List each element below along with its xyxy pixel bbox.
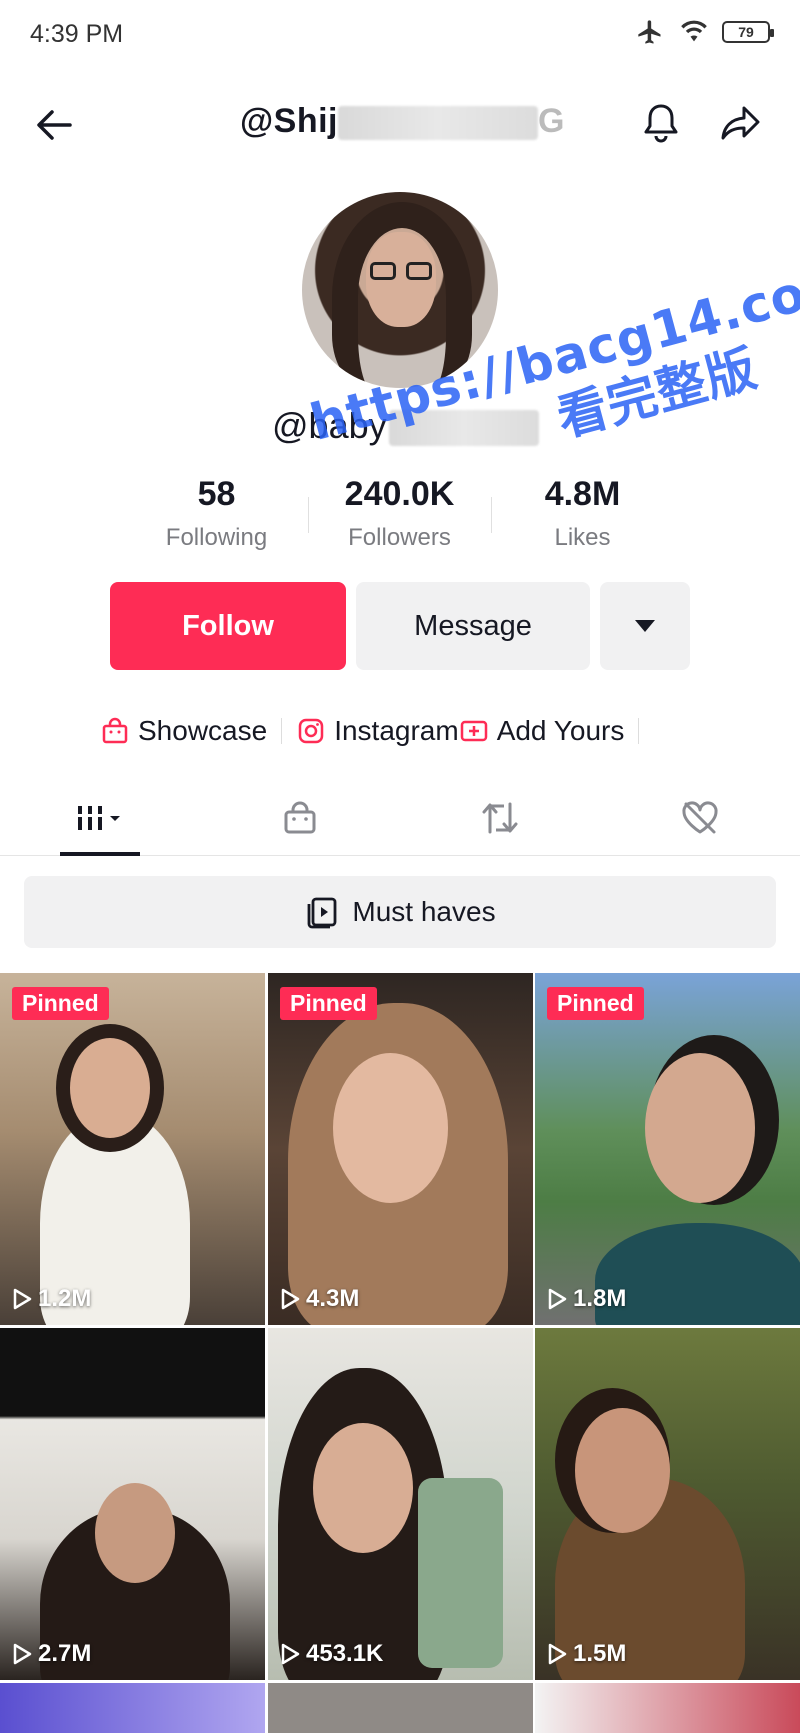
back-arrow-icon[interactable] <box>30 100 80 150</box>
instagram-label: Instagram <box>334 715 459 746</box>
username: @baby <box>272 405 539 447</box>
wifi-icon <box>681 20 707 42</box>
profile-stats: 58 Following 240.0K Followers 4.8M Likes <box>125 475 675 565</box>
profile-links: Showcase Instagram Add Yours <box>100 708 653 754</box>
video-thumbnail-head <box>95 1483 175 1583</box>
repost-icon <box>482 802 518 834</box>
view-count: 453.1K <box>280 1640 383 1668</box>
play-icon <box>281 1643 300 1665</box>
view-count-text: 1.2M <box>38 1285 92 1312</box>
showcase-label: Showcase <box>138 715 268 746</box>
video-tile[interactable]: 453.1K <box>268 1328 533 1680</box>
video-tile[interactable]: Pinned 1.2M <box>0 973 265 1325</box>
instagram-icon <box>298 718 324 744</box>
add-yours-link[interactable]: Add Yours <box>459 715 625 747</box>
tab-reposts[interactable] <box>440 780 560 856</box>
stat-followers-label: Followers <box>348 524 451 551</box>
heart-hidden-icon <box>682 801 718 834</box>
video-tile[interactable] <box>268 1683 533 1733</box>
tab-liked[interactable] <box>640 780 760 856</box>
video-thumbnail-head <box>645 1053 755 1203</box>
view-count: 1.5M <box>547 1640 626 1668</box>
stat-followers[interactable]: 240.0K Followers <box>308 475 491 565</box>
video-thumbnail-head <box>313 1423 413 1553</box>
pinned-badge: Pinned <box>12 987 109 1020</box>
video-tile[interactable]: 1.5M <box>535 1328 800 1680</box>
add-yours-icon <box>460 720 487 742</box>
product-bottle <box>418 1478 503 1668</box>
view-count: 4.3M <box>280 1285 359 1313</box>
title-redaction <box>338 106 538 141</box>
link-divider <box>281 718 283 744</box>
view-count-text: 453.1K <box>306 1640 384 1667</box>
watermark-cta: 看完整版 <box>551 339 764 448</box>
pinned-badge: Pinned <box>280 987 377 1020</box>
follow-button[interactable]: Follow <box>110 582 346 670</box>
link-divider <box>638 718 640 744</box>
view-count: 1.2M <box>12 1285 91 1313</box>
active-tab-indicator <box>60 852 140 856</box>
share-arrow-icon[interactable] <box>716 98 766 148</box>
video-tile[interactable]: 2.7M <box>0 1328 265 1680</box>
username-visible-text: @baby <box>272 405 387 446</box>
video-tile[interactable] <box>535 1683 800 1733</box>
status-icons: 79 <box>634 18 774 46</box>
top-nav: @Shij G <box>0 90 800 160</box>
tab-showcase[interactable] <box>240 780 360 856</box>
stat-following-label: Following <box>165 524 268 551</box>
play-icon <box>13 1643 32 1665</box>
stat-likes-value: 4.8M <box>544 475 621 513</box>
play-icon <box>13 1288 32 1310</box>
playlist-label: Must haves <box>352 896 496 927</box>
title-visible-text: @Shij <box>240 102 338 140</box>
avatar-glasses-left <box>370 262 396 280</box>
airplane-icon <box>638 20 661 44</box>
view-count-text: 2.7M <box>38 1640 92 1667</box>
view-count: 2.7M <box>12 1640 91 1668</box>
stat-following[interactable]: 58 Following <box>125 475 308 565</box>
playlist-icon <box>308 897 337 929</box>
stat-likes: 4.8M Likes <box>491 475 674 565</box>
play-icon <box>281 1288 300 1310</box>
status-bar: 4:39 PM 79 <box>0 0 800 70</box>
page-title: @Shij G <box>240 102 580 141</box>
caret-down-icon <box>635 620 655 632</box>
view-count-text: 1.5M <box>573 1640 627 1667</box>
title-end-text: G <box>538 102 565 140</box>
playlist-must-haves[interactable]: Must haves <box>24 876 776 948</box>
avatar[interactable] <box>302 192 498 388</box>
video-thumbnail-head <box>575 1408 670 1533</box>
play-icon <box>548 1288 567 1310</box>
showcase-link[interactable]: Showcase <box>100 715 267 747</box>
video-tile[interactable] <box>0 1683 265 1733</box>
status-time: 4:39 PM <box>30 20 124 48</box>
grid-icon <box>76 806 120 830</box>
more-options-button[interactable] <box>600 582 690 670</box>
tab-videos[interactable] <box>40 780 160 856</box>
stat-likes-label: Likes <box>554 524 611 551</box>
stat-following-value: 58 <box>197 475 236 513</box>
video-tile[interactable]: Pinned 1.8M <box>535 973 800 1325</box>
content-tabs <box>0 780 800 856</box>
battery-icon: 79 <box>722 21 774 43</box>
add-yours-label: Add Yours <box>496 715 625 746</box>
instagram-link[interactable]: Instagram <box>296 715 459 747</box>
shopping-bag-icon <box>102 717 128 744</box>
video-tile[interactable]: Pinned 4.3M <box>268 973 533 1325</box>
video-thumbnail-head <box>70 1038 150 1138</box>
bell-icon[interactable] <box>636 98 686 148</box>
stat-followers-value: 240.0K <box>344 475 455 513</box>
username-redaction <box>388 410 539 447</box>
pinned-badge: Pinned <box>547 987 644 1020</box>
view-count-text: 1.8M <box>573 1285 627 1312</box>
view-count: 1.8M <box>547 1285 626 1313</box>
view-count-text: 4.3M <box>306 1285 360 1312</box>
video-thumbnail-head <box>333 1053 448 1203</box>
message-button[interactable]: Message <box>356 582 590 670</box>
play-icon <box>548 1643 567 1665</box>
avatar-glasses-right <box>406 262 432 280</box>
shopping-bag-icon <box>284 801 316 834</box>
